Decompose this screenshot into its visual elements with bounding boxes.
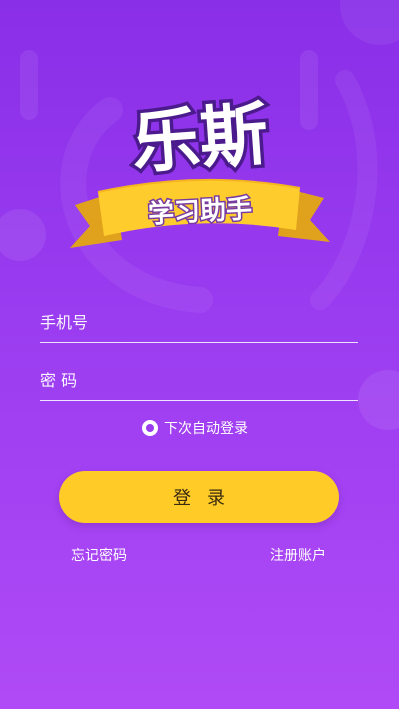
forgot-password-link[interactable]: 忘记密码 [71, 545, 127, 565]
radio-checked-icon[interactable] [142, 420, 158, 436]
logo-subtitle: 学习助手 [147, 193, 252, 229]
login-button[interactable]: 登录 [59, 471, 339, 523]
app-logo: 乐斯 学习助手 [70, 92, 330, 248]
phone-input[interactable] [40, 302, 358, 342]
auto-login-label: 下次自动登录 [164, 421, 248, 437]
logo-title: 乐斯 [129, 95, 270, 183]
password-field-container [40, 360, 358, 401]
auto-login-toggle[interactable]: 下次自动登录 [142, 417, 248, 439]
password-input[interactable] [40, 360, 358, 400]
register-link[interactable]: 注册账户 [270, 545, 326, 565]
phone-field-container [40, 302, 358, 343]
